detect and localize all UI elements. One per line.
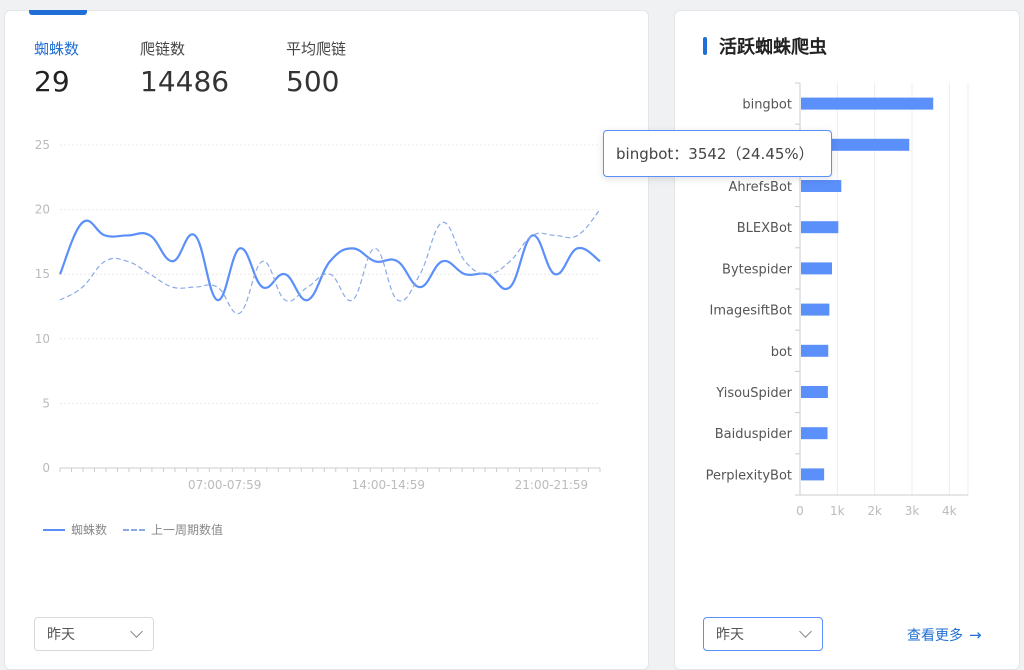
legend-item-current[interactable]: 蜘蛛数	[43, 521, 107, 538]
x-tick-label: 3k	[905, 504, 920, 518]
y-tick-label: 5	[42, 396, 50, 410]
category-label: BLEXBot	[737, 221, 792, 236]
y-tick-label: 10	[35, 332, 50, 346]
legend-dashed-line-icon	[123, 528, 146, 531]
spider-stats-card: 蜘蛛数 29 爬链数 14486 平均爬链 500 0 5 10 15 20 25 07:0…	[4, 10, 649, 670]
chevron-down-icon	[130, 625, 143, 638]
bar	[801, 344, 829, 357]
series-line-current	[58, 219, 601, 302]
bar	[801, 97, 934, 110]
bar-tooltip: bingbot：3542（24.45%）	[603, 130, 832, 177]
category-label: bingbot	[742, 98, 792, 113]
bar	[801, 221, 839, 234]
view-more-link[interactable]: 查看更多 →	[907, 625, 982, 645]
legend-label: 蜘蛛数	[71, 523, 108, 537]
x-tick-label: 21:00-21:59	[515, 478, 589, 492]
category-label: bot	[771, 345, 792, 360]
chevron-down-icon	[799, 625, 812, 638]
arrow-right-icon: →	[969, 626, 982, 644]
category-label: Bytespider	[722, 262, 793, 277]
bar	[801, 303, 830, 316]
x-tick-label: 14:00-14:59	[352, 478, 426, 492]
x-tick-label: 2k	[867, 504, 882, 518]
line-chart-legend: 蜘蛛数 上一周期数值	[43, 521, 239, 538]
category-label: Baiduspider	[715, 427, 793, 442]
y-tick-label: 0	[42, 461, 50, 475]
y-tick-label: 25	[35, 138, 50, 152]
spider-trend-line-chart: 0 5 10 15 20 25 07:00-07:59 14:00-14:59 21:00-21…	[35, 138, 601, 492]
category-label: ImagesiftBot	[709, 304, 792, 319]
category-label: YisouSpider	[715, 386, 792, 401]
y-tick-label: 20	[35, 203, 50, 217]
legend-solid-line-icon	[43, 528, 65, 531]
bar	[801, 427, 828, 440]
x-tick-label: 1k	[830, 504, 845, 518]
period-select[interactable]: 昨天	[34, 617, 154, 651]
period-select-value: 昨天	[716, 627, 744, 643]
active-spiders-card: 活跃蜘蛛爬虫 0 1k 2k 3k 4k bingbot AhrefsBot BLEXBot B…	[674, 10, 1020, 670]
category-label: PerplexityBot	[706, 468, 792, 483]
active-spiders-bar-chart: 0 1k 2k 3k 4k bingbot AhrefsBot BLEXBot Bytespid…	[706, 82, 969, 518]
bar	[801, 262, 832, 275]
legend-label: 上一周期数值	[151, 523, 224, 537]
bar	[801, 386, 828, 398]
bar	[801, 468, 825, 481]
legend-item-previous[interactable]: 上一周期数值	[123, 521, 223, 538]
y-tick-label: 15	[35, 267, 50, 281]
x-tick-label: 4k	[942, 504, 957, 518]
view-more-label: 查看更多	[907, 628, 963, 644]
x-tick-label: 07:00-07:59	[188, 478, 262, 492]
period-select-value: 昨天	[47, 627, 75, 643]
bar	[801, 180, 842, 192]
x-tick-label: 0	[796, 504, 804, 518]
category-label: AhrefsBot	[728, 180, 792, 195]
period-select[interactable]: 昨天	[703, 617, 823, 651]
